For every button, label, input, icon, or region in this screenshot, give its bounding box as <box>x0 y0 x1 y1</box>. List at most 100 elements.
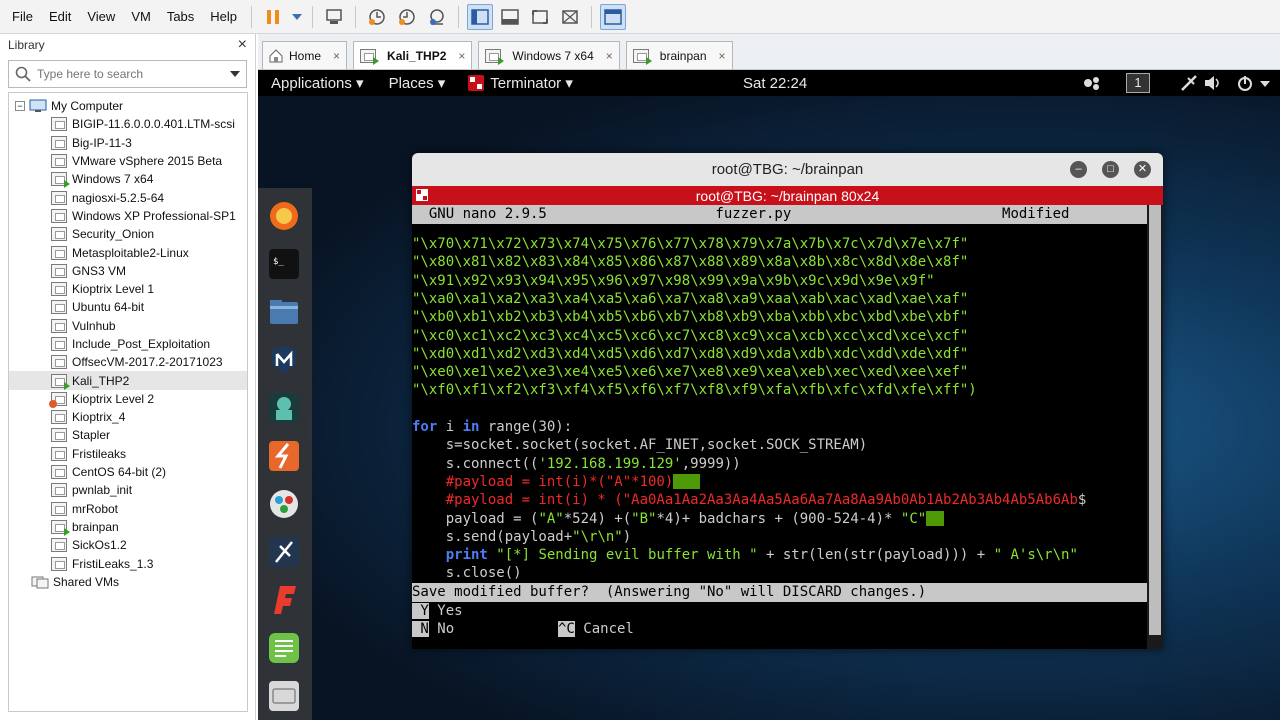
tree-vm-item[interactable]: OffsecVM-2017.2-20171023 <box>9 353 247 371</box>
sidebar-view-icon[interactable] <box>467 3 494 30</box>
notes-icon[interactable] <box>268 632 300 664</box>
terminal-icon[interactable]: $_ <box>268 248 300 280</box>
scrollbar[interactable] <box>1147 205 1163 649</box>
tree-vm-item[interactable]: CentOS 64-bit (2) <box>9 463 247 481</box>
tree-vm-item[interactable]: pwnlab_init <box>9 481 247 499</box>
snapshot-icon[interactable] <box>364 4 390 30</box>
code-line: "\xf0\xf1\xf2\xf3\xf4\xf5\xf6\xf7\xf8\xf… <box>412 382 977 399</box>
tree-vm-item[interactable]: Security_Onion <box>9 225 247 243</box>
chevron-down-icon[interactable] <box>230 70 240 78</box>
menu-edit[interactable]: Edit <box>41 0 79 34</box>
unity-icon[interactable] <box>557 4 583 30</box>
console-view-icon[interactable] <box>497 4 523 30</box>
window-titlebar[interactable]: root@TBG: ~/brainpan – □ ✕ <box>412 153 1163 186</box>
vm-icon <box>51 501 67 516</box>
menu-file[interactable]: File <box>4 0 41 34</box>
revert-snapshot-icon[interactable] <box>394 4 420 30</box>
accessibility-icon[interactable] <box>1082 75 1102 91</box>
terminal-body[interactable]: GNU nano 2.9.5 fuzzer.py Modified "\x70\… <box>412 205 1163 649</box>
firefox-icon[interactable] <box>268 200 300 232</box>
tree-vm-item[interactable]: Stapler <box>9 426 247 444</box>
home-icon <box>269 48 283 62</box>
menu-view[interactable]: View <box>79 0 123 34</box>
volume-icon[interactable] <box>1204 75 1222 91</box>
tree-shared-vms[interactable]: Shared VMs <box>9 573 247 591</box>
search-input[interactable] <box>37 67 230 81</box>
option-cancel[interactable]: ^C Cancel <box>558 620 634 638</box>
tree-vm-item[interactable]: nagiosxi-5.2.5-64 <box>9 188 247 206</box>
places-menu[interactable]: Places ▾ <box>377 74 459 92</box>
keyboard-icon[interactable] <box>268 680 300 712</box>
tree-vm-item[interactable]: Windows 7 x64 <box>9 170 247 189</box>
tab-home[interactable]: Home × <box>262 41 348 69</box>
tree-vm-item[interactable]: Kioptrix Level 2 <box>9 390 247 408</box>
library-search[interactable] <box>8 60 247 88</box>
tree-root-my-computer[interactable]: − My Computer <box>9 97 247 115</box>
menu-tabs[interactable]: Tabs <box>159 0 202 34</box>
faraday-icon[interactable] <box>268 584 300 616</box>
option-label: Yes <box>428 603 463 619</box>
tree-vm-item[interactable]: Windows XP Professional-SP1 <box>9 207 247 225</box>
code-line: for i in range(30): <box>412 418 572 436</box>
network-icon[interactable] <box>1180 75 1198 91</box>
string-literal: "[*] Sending evil buffer with " <box>496 547 758 564</box>
tab-label: Kali_THP2 <box>387 48 447 63</box>
guest-desktop: Applications ▾ Places ▾ Terminator ▾ Sat… <box>258 70 1280 720</box>
tab-kali-thp2[interactable]: Kali_THP2 × <box>353 41 473 69</box>
close-icon[interactable]: ✕ <box>1134 161 1151 178</box>
close-icon[interactable]: × <box>606 49 613 63</box>
tree-vm-item[interactable]: brainpan <box>9 518 247 536</box>
armitage-icon[interactable] <box>268 392 300 424</box>
tree-vm-item[interactable]: Kioptrix Level 1 <box>9 280 247 298</box>
toolbar-divider <box>458 5 460 28</box>
option-no[interactable]: N No <box>412 620 454 638</box>
metasploit-icon[interactable] <box>268 344 300 376</box>
tree-vm-item[interactable]: SickOs1.2 <box>9 536 247 554</box>
burpsuite-icon[interactable] <box>268 440 300 472</box>
collapse-icon[interactable]: − <box>15 101 25 112</box>
menu-help[interactable]: Help <box>202 0 245 34</box>
send-keys-icon[interactable] <box>321 4 347 30</box>
close-icon[interactable]: × <box>458 49 465 63</box>
menu-vm[interactable]: VM <box>123 0 159 34</box>
tree-vm-item[interactable]: Fristileaks <box>9 445 247 463</box>
vm-icon <box>51 117 67 132</box>
tree-vm-item[interactable]: mrRobot <box>9 500 247 518</box>
tree-vm-item[interactable]: FristiLeaks_1.3 <box>9 554 247 572</box>
tab-windows-7[interactable]: Windows 7 x64 × <box>478 41 620 69</box>
tree-vm-item[interactable]: Big-IP-11-3 <box>9 134 247 152</box>
maximize-icon[interactable]: □ <box>1102 161 1119 178</box>
tree-vm-item[interactable]: VMware vSphere 2015 Beta <box>9 152 247 170</box>
option-yes[interactable]: Y Yes <box>412 602 463 620</box>
snapshot-manager-icon[interactable] <box>424 4 450 30</box>
power-icon[interactable] <box>1236 74 1254 92</box>
close-icon[interactable]: × <box>719 49 726 63</box>
workspace-indicator[interactable]: 1 <box>1126 73 1150 93</box>
beef-icon[interactable] <box>268 536 300 568</box>
chevron-down-icon[interactable] <box>290 4 304 30</box>
tree-vm-item[interactable]: Metasploitable2-Linux <box>9 243 247 261</box>
clock[interactable]: Sat 22:24 <box>743 75 807 92</box>
tree-vm-item[interactable]: Kali_THP2 <box>9 371 247 390</box>
pause-icon[interactable] <box>260 4 286 30</box>
close-icon[interactable]: × <box>238 36 247 54</box>
tree-vm-item[interactable]: GNS3 VM <box>9 262 247 280</box>
code-line: "\xa0\xa1\xa2\xa3\xa4\xa5\xa6\xa7\xa8\xa… <box>412 290 969 307</box>
fullscreen-icon[interactable] <box>527 4 553 30</box>
tree-vm-item[interactable]: BIGIP-11.6.0.0.0.401.LTM-scsi <box>9 115 247 133</box>
close-icon[interactable]: × <box>333 49 340 63</box>
tree-vm-item[interactable]: Include_Post_Exploitation <box>9 335 247 353</box>
tree-vm-item[interactable]: Vulnhub <box>9 317 247 335</box>
applications-menu[interactable]: Applications ▾ <box>258 74 377 92</box>
tree-vm-item[interactable]: Kioptrix_4 <box>9 408 247 426</box>
tree-label: Security_Onion <box>72 227 155 242</box>
tree-vm-item[interactable]: Ubuntu 64-bit <box>9 298 247 316</box>
maltego-icon[interactable] <box>268 488 300 520</box>
scrollbar-thumb[interactable] <box>1149 205 1161 635</box>
files-icon[interactable] <box>268 296 300 328</box>
thumbnail-view-icon[interactable] <box>600 3 627 30</box>
minimize-icon[interactable]: – <box>1070 161 1087 178</box>
chevron-down-icon[interactable] <box>1260 80 1270 88</box>
tab-brainpan[interactable]: brainpan × <box>625 41 733 69</box>
terminator-menu[interactable]: Terminator ▾ <box>458 74 586 92</box>
